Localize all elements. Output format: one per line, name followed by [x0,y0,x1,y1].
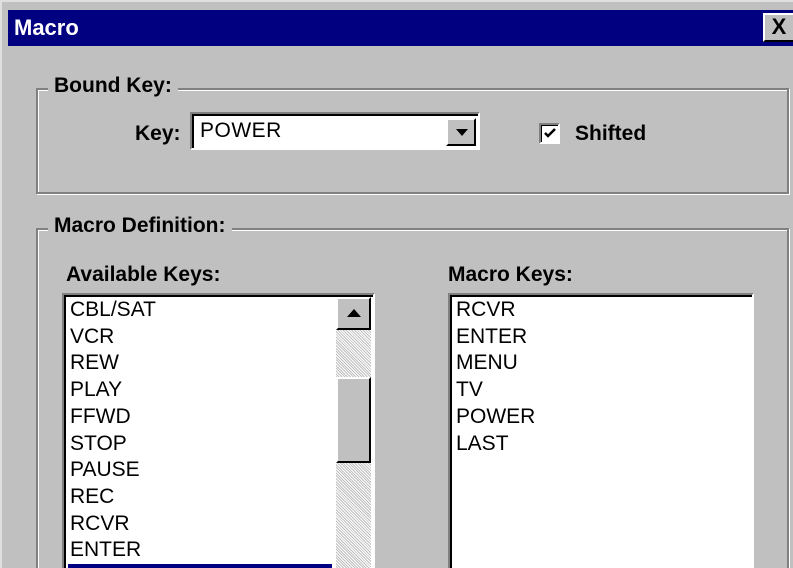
list-item[interactable]: CBL/SAT [68,297,332,323]
list-item[interactable]: RCVR [68,511,332,537]
list-item[interactable]: RCVR [454,297,516,323]
list-item[interactable]: POWER [454,404,535,430]
list-item[interactable]: ENTER [454,324,527,350]
list-item[interactable]: TV [454,377,483,403]
macro-dialog: Macro X Bound Key: Key: POWER Shifted Ma… [0,0,793,568]
list-item[interactable]: ENTER [68,537,332,563]
window-title: Macro [14,15,79,40]
available-keys-scrollbar[interactable] [336,297,371,568]
macro-definition-legend: Macro Definition: [48,214,232,238]
key-dropdown[interactable]: POWER [190,112,480,150]
list-item[interactable]: LAST [454,431,509,457]
close-icon: X [771,14,787,39]
check-icon [544,128,556,138]
list-item[interactable]: FFWD [68,404,332,430]
list-item[interactable]: PAUSE [68,457,332,483]
available-keys-list[interactable]: CBL/SAT VCR REW PLAY FFWD STOP PAUSE REC RCVR ENT… [62,293,375,568]
chevron-down-icon [456,129,468,136]
list-item[interactable]: VCR [68,324,332,350]
close-button[interactable]: X [763,13,793,42]
list-item[interactable]: PLAY [68,377,332,403]
list-item[interactable]: REW [68,350,332,376]
bound-key-legend: Bound Key: [48,74,178,98]
list-item[interactable]: REC [68,484,332,510]
shifted-checkbox[interactable] [539,123,560,144]
arrow-up-icon [347,309,361,317]
list-item[interactable]: STOP [68,431,332,457]
key-dropdown-value: POWER [200,119,282,142]
scroll-up-button[interactable] [336,297,371,330]
key-label: Key: [135,122,181,145]
macro-keys-list[interactable]: RCVR ENTER MENU TV POWER LAST [448,293,754,568]
title-bar[interactable]: Macro X [8,10,793,46]
list-item[interactable]: LAST [68,564,332,568]
dropdown-button[interactable] [446,118,476,146]
available-keys-label: Available Keys: [66,263,221,286]
scroll-thumb[interactable] [336,377,371,463]
macro-keys-label: Macro Keys: [448,263,573,286]
list-item[interactable]: MENU [454,350,518,376]
shifted-label[interactable]: Shifted [575,122,646,146]
